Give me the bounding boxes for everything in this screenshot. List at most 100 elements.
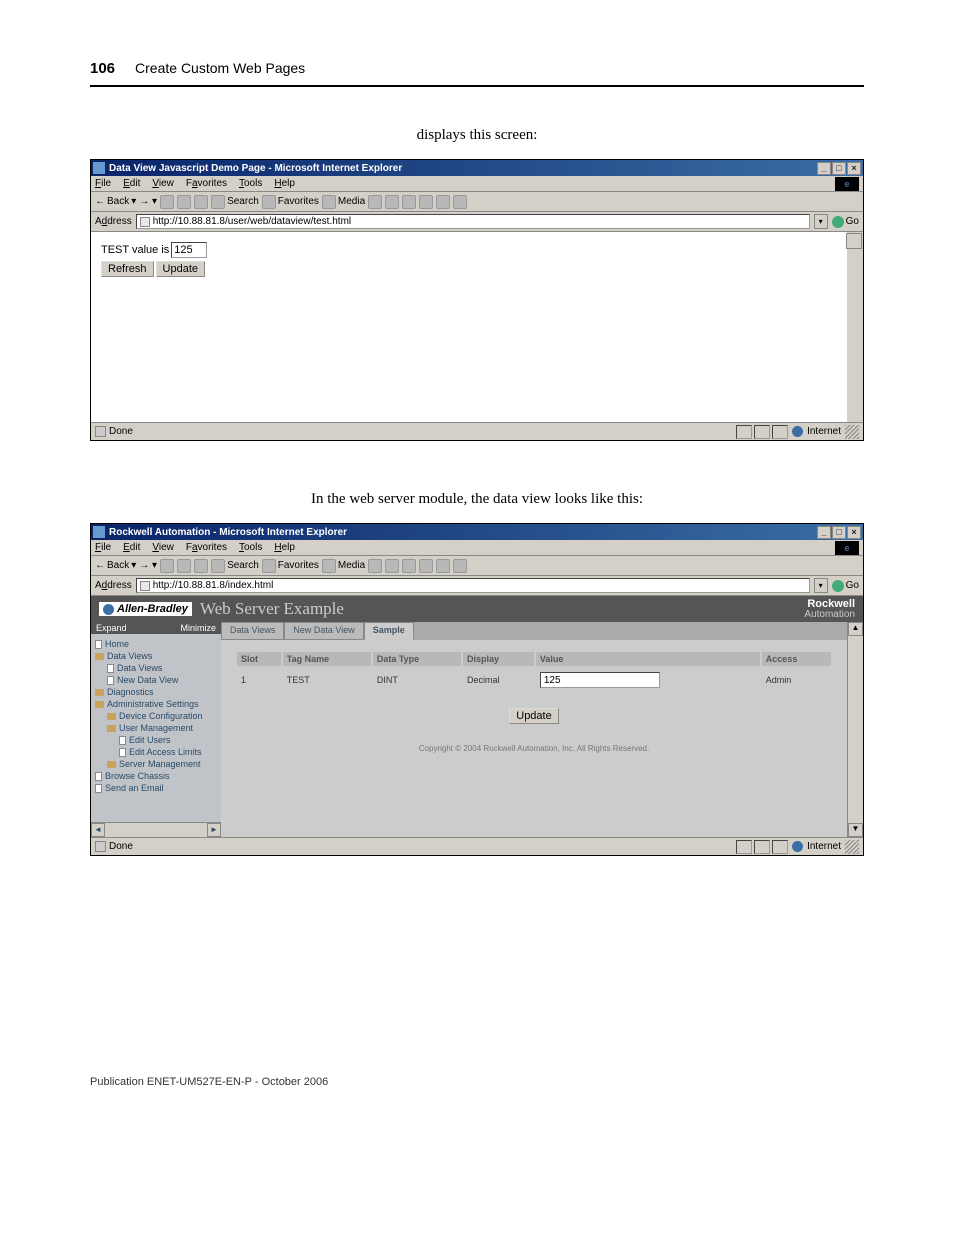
mail-icon[interactable] xyxy=(385,559,399,573)
menu-view[interactable]: View xyxy=(152,178,174,189)
address-dropdown[interactable]: ▾ xyxy=(814,578,828,593)
sidebar-item-diagnostics[interactable]: Diagnostics xyxy=(95,686,217,698)
refresh-icon[interactable] xyxy=(177,195,191,209)
sidebar-item-data-views-sub[interactable]: Data Views xyxy=(95,662,217,674)
minimize-button[interactable]: _ xyxy=(817,162,831,175)
col-tag-name: Tag Name xyxy=(283,652,371,666)
forward-button[interactable]: → ▾ xyxy=(139,196,157,207)
search-button[interactable]: Search xyxy=(211,195,259,209)
scroll-up-icon[interactable]: ▲ xyxy=(848,622,863,636)
menu-favorites[interactable]: Favorites xyxy=(186,178,227,189)
favorites-button[interactable]: Favorites xyxy=(262,559,319,573)
minimize-button[interactable]: _ xyxy=(817,526,831,539)
refresh-button[interactable]: Refresh xyxy=(101,261,154,277)
forward-button[interactable]: → ▾ xyxy=(139,560,157,571)
print-icon[interactable] xyxy=(402,559,416,573)
test-value-input[interactable] xyxy=(171,242,207,258)
sidebar-item-home[interactable]: Home xyxy=(95,638,217,650)
go-button[interactable]: Go xyxy=(832,216,859,228)
cell-tag-name: TEST xyxy=(283,668,371,692)
discuss-icon[interactable] xyxy=(436,559,450,573)
scroll-right-icon[interactable]: ► xyxy=(207,823,221,837)
close-button[interactable]: × xyxy=(847,526,861,539)
status-zone: Internet xyxy=(807,841,841,852)
refresh-icon[interactable] xyxy=(177,559,191,573)
favorites-icon xyxy=(262,195,276,209)
sidebar-item-new-data-view[interactable]: New Data View xyxy=(95,674,217,686)
resize-grip[interactable] xyxy=(845,840,859,854)
edit-icon[interactable] xyxy=(419,559,433,573)
back-button[interactable]: ← Back ▾ xyxy=(95,196,136,207)
menu-help[interactable]: Help xyxy=(274,542,295,553)
sidebar-item-user-mgmt[interactable]: User Management xyxy=(95,722,217,734)
vertical-scrollbar[interactable]: ▲ ▼ xyxy=(847,622,863,837)
sidebar-item-edit-users[interactable]: Edit Users xyxy=(95,734,217,746)
sidebar-scrollbar[interactable]: ◄ ► xyxy=(91,822,221,837)
sidebar-item-send-email[interactable]: Send an Email xyxy=(95,782,217,794)
tab-sample[interactable]: Sample xyxy=(364,622,414,640)
resize-grip[interactable] xyxy=(845,425,859,439)
ie-window-1: Data View Javascript Demo Page - Microso… xyxy=(90,159,864,441)
window-title: Data View Javascript Demo Page - Microso… xyxy=(109,163,402,174)
menu-edit[interactable]: Edit xyxy=(123,542,140,553)
expand-link[interactable]: Expand xyxy=(96,623,127,633)
menu-view[interactable]: View xyxy=(152,542,174,553)
menu-file[interactable]: File xyxy=(95,178,111,189)
menu-tools[interactable]: Tools xyxy=(239,178,262,189)
search-button[interactable]: Search xyxy=(211,559,259,573)
scroll-down-icon[interactable]: ▼ xyxy=(848,823,863,837)
scroll-left-icon[interactable]: ◄ xyxy=(91,823,105,837)
media-button[interactable]: Media xyxy=(322,195,365,209)
update-button[interactable]: Update xyxy=(509,708,558,724)
sidebar-item-data-views[interactable]: Data Views xyxy=(95,650,217,662)
menu-edit[interactable]: Edit xyxy=(123,178,140,189)
discuss-icon[interactable] xyxy=(436,195,450,209)
value-input[interactable] xyxy=(540,672,660,688)
toolbar: ← Back ▾ → ▾ Search Favorites Media xyxy=(91,556,863,576)
tab-new-data-view[interactable]: New Data View xyxy=(284,622,363,640)
messenger-icon[interactable] xyxy=(453,559,467,573)
messenger-icon[interactable] xyxy=(453,195,467,209)
home-icon[interactable] xyxy=(194,195,208,209)
sidebar-item-admin[interactable]: Administrative Settings xyxy=(95,698,217,710)
sidebar-item-edit-access[interactable]: Edit Access Limits xyxy=(95,746,217,758)
menu-favorites[interactable]: Favorites xyxy=(186,542,227,553)
stop-icon[interactable] xyxy=(160,559,174,573)
maximize-button[interactable]: □ xyxy=(832,526,846,539)
close-button[interactable]: × xyxy=(847,162,861,175)
titlebar[interactable]: Rockwell Automation - Microsoft Internet… xyxy=(91,524,863,540)
document-header: 106 Create Custom Web Pages xyxy=(90,60,864,87)
cell-slot: 1 xyxy=(237,668,281,692)
history-icon[interactable] xyxy=(368,559,382,573)
document-footer: Publication ENET-UM527E-EN-P - October 2… xyxy=(90,1076,864,1088)
print-icon[interactable] xyxy=(402,195,416,209)
status-bar: Done Internet xyxy=(91,422,863,440)
favorites-button[interactable]: Favorites xyxy=(262,195,319,209)
media-button[interactable]: Media xyxy=(322,559,365,573)
minimize-link[interactable]: Minimize xyxy=(180,623,216,633)
sidebar-item-browse-chassis[interactable]: Browse Chassis xyxy=(95,770,217,782)
address-input[interactable]: http://10.88.81.8/index.html xyxy=(136,578,810,593)
caption-2: In the web server module, the data view … xyxy=(90,491,864,508)
sidebar-item-server-mgmt[interactable]: Server Management xyxy=(95,758,217,770)
mail-icon[interactable] xyxy=(385,195,399,209)
address-dropdown[interactable]: ▾ xyxy=(814,214,828,229)
address-input[interactable]: http://10.88.81.8/user/web/dataview/test… xyxy=(136,214,810,229)
stop-icon[interactable] xyxy=(160,195,174,209)
menu-help[interactable]: Help xyxy=(274,178,295,189)
go-button[interactable]: Go xyxy=(832,580,859,592)
ie-icon xyxy=(93,526,105,538)
folder-icon xyxy=(95,653,104,660)
update-button[interactable]: Update xyxy=(156,261,205,277)
sidebar-item-device-config[interactable]: Device Configuration xyxy=(95,710,217,722)
back-button[interactable]: ← Back ▾ xyxy=(95,560,136,571)
brand-chip: Allen-Bradley xyxy=(99,602,192,616)
home-icon[interactable] xyxy=(194,559,208,573)
titlebar[interactable]: Data View Javascript Demo Page - Microso… xyxy=(91,160,863,176)
history-icon[interactable] xyxy=(368,195,382,209)
menu-tools[interactable]: Tools xyxy=(239,542,262,553)
tab-data-views[interactable]: Data Views xyxy=(221,622,284,640)
edit-icon[interactable] xyxy=(419,195,433,209)
menu-file[interactable]: File xyxy=(95,542,111,553)
maximize-button[interactable]: □ xyxy=(832,162,846,175)
